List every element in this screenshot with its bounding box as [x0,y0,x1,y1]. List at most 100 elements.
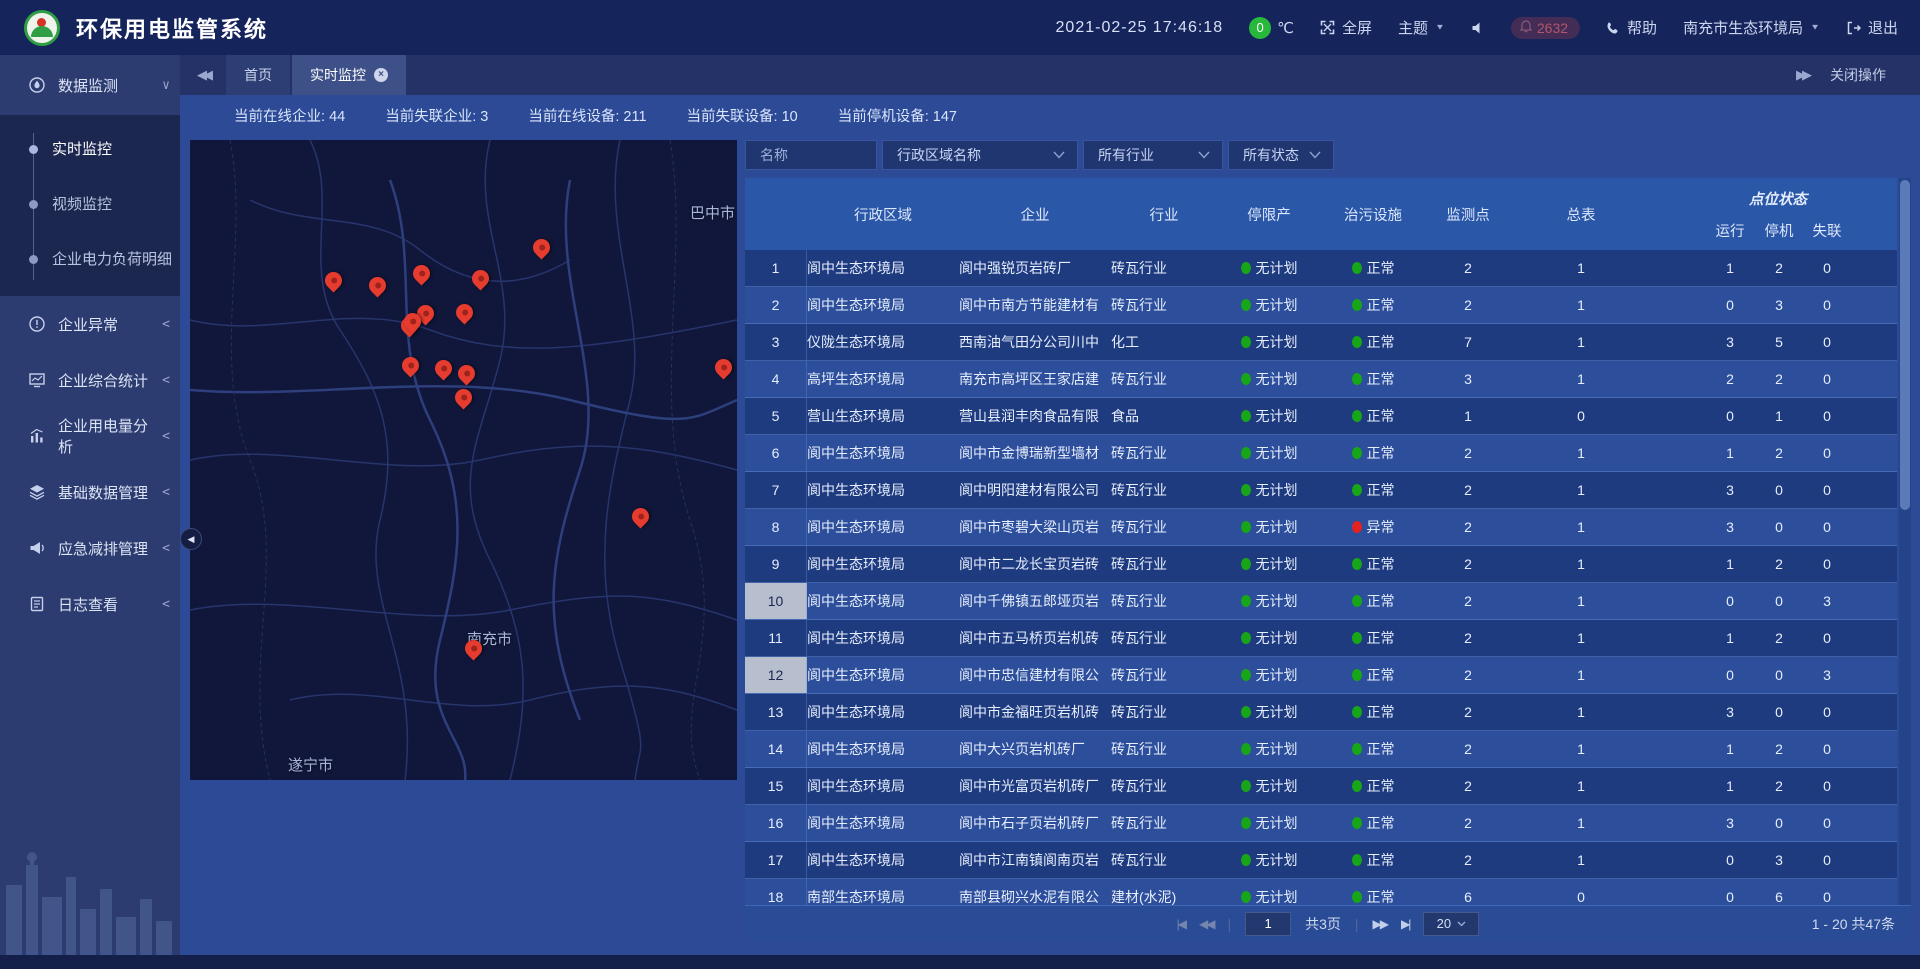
table-row[interactable]: 5营山生态环境局营山县润丰肉食品有限食品无计划正常10010 [745,398,1897,435]
sidebar-item-数据监测[interactable]: 数据监测∨ [0,55,180,115]
chevron-down-icon [1198,151,1210,159]
map-collapse-button[interactable]: ◀ [180,528,202,550]
cell-run: 3 [1705,334,1755,350]
row-index: 11 [745,620,807,656]
status-dot-icon [1241,373,1251,385]
cell-lost: 0 [1803,815,1851,831]
close-operations-button[interactable]: 关闭操作 [1830,65,1886,85]
status-dot-icon [1241,484,1251,496]
cell-lost: 3 [1803,593,1851,609]
industry-select[interactable]: 所有行业 [1083,140,1223,170]
cell-industry: 砖瓦行业 [1111,813,1217,833]
chevron-down-icon [1309,151,1321,159]
cell-company: 营山县润丰肉食品有限 [959,406,1111,426]
cell-meter: 1 [1511,815,1651,831]
limit-text: 无计划 [1256,258,1298,278]
first-page-button[interactable]: |◀ [1177,917,1185,931]
table-row[interactable]: 3仪陇生态环境局西南油气田分公司川中化工无计划正常71350 [745,324,1897,361]
table-row[interactable]: 16阆中生态环境局阆中市石子页岩机砖厂砖瓦行业无计划正常21300 [745,805,1897,842]
gauge-icon [28,76,46,94]
help-button[interactable]: 帮助 [1606,17,1657,38]
table-row[interactable]: 15阆中生态环境局阆中市光富页岩机砖厂砖瓦行业无计划正常21120 [745,768,1897,805]
table-row[interactable]: 7阆中生态环境局阆中明阳建材有限公司砖瓦行业无计划正常21300 [745,472,1897,509]
row-index: 17 [745,842,807,878]
cell-industry: 砖瓦行业 [1111,702,1217,722]
table-row[interactable]: 10阆中生态环境局阆中千佛镇五郎垭页岩砖瓦行业无计划正常21003 [745,583,1897,620]
name-search-input[interactable] [760,147,864,163]
sidebar-item-企业综合统计[interactable]: 企业综合统计< [0,352,180,408]
row-index: 2 [745,287,807,323]
map-panel[interactable]: 巴中市南充市遂宁市 [190,140,737,780]
row-index: 10 [745,583,807,619]
close-tab-icon[interactable]: × [374,68,388,82]
total-pages-label: 共3页 [1305,914,1341,934]
sidebar-item-企业用电量分析[interactable]: 企业用电量分析< [0,408,180,464]
sidebar-item-企业异常[interactable]: 企业异常< [0,296,180,352]
limit-text: 无计划 [1256,665,1298,685]
chevron-down-icon: ▼ [1435,23,1445,32]
facility-text: 正常 [1367,887,1395,907]
last-page-button[interactable]: ▶| [1401,917,1409,931]
table-row[interactable]: 4高坪生态环境局南充市高坪区王家店建砖瓦行业无计划正常31220 [745,361,1897,398]
cell-lost: 0 [1803,889,1851,905]
scrollbar-thumb[interactable] [1900,180,1910,510]
stat-item: 当前失联设备: 10 [687,105,798,126]
stat-label: 当前停机设备: [838,109,933,125]
city-label-巴中市: 巴中市 [690,202,735,223]
tabs-scroll-left-button[interactable]: ◀◀ [180,55,226,95]
table-scrollbar[interactable] [1899,178,1911,941]
table-row[interactable]: 2阆中生态环境局阆中市南方节能建材有砖瓦行业无计划正常21030 [745,287,1897,324]
page-size-select[interactable]: 20 [1423,912,1479,936]
row-index: 13 [745,694,807,730]
cell-points: 2 [1425,630,1511,646]
fullscreen-button[interactable]: 全屏 [1320,17,1372,38]
limit-text: 无计划 [1256,628,1298,648]
sidebar-subitem-视频监控[interactable]: 视频监控 [0,176,180,231]
table-body: 1阆中生态环境局阆中强锐页岩砖厂砖瓦行业无计划正常211202阆中生态环境局阆中… [745,250,1897,916]
cell-industry: 建材(水泥) [1111,887,1217,907]
cell-region: 阆中生态环境局 [807,443,959,463]
cell-company: 南部县砌兴水泥有限公 [959,887,1111,907]
sidebar-subitem-实时监控[interactable]: 实时监控 [0,121,180,176]
page-number-input[interactable] [1245,912,1291,936]
table-row[interactable]: 6阆中生态环境局阆中市金博瑞新型墙材砖瓦行业无计划正常21120 [745,435,1897,472]
status-dot-icon [1352,706,1362,718]
next-page-button[interactable]: ▶▶ [1373,917,1387,931]
tab-实时监控[interactable]: 实时监控× [292,55,406,95]
table-row[interactable]: 1阆中生态环境局阆中强锐页岩砖厂砖瓦行业无计划正常21120 [745,250,1897,287]
facility-text: 正常 [1367,406,1395,426]
sidebar-subitem-企业电力负荷明细[interactable]: 企业电力负荷明细 [0,231,180,286]
table-row[interactable]: 17阆中生态环境局阆中市江南镇阆南页岩砖瓦行业无计划正常21030 [745,842,1897,879]
sidebar-item-日志查看[interactable]: 日志查看< [0,576,180,632]
table-row[interactable]: 13阆中生态环境局阆中市金福旺页岩机砖砖瓦行业无计划正常21300 [745,694,1897,731]
tabs-scroll-right-button[interactable]: ▶▶ [1796,67,1808,83]
table-row[interactable]: 14阆中生态环境局阆中大兴页岩机砖厂砖瓦行业无计划正常21120 [745,731,1897,768]
sidebar-item-基础数据管理[interactable]: 基础数据管理< [0,464,180,520]
region-select[interactable]: 行政区域名称 [882,140,1078,170]
cell-stop: 0 [1755,667,1803,683]
theme-menu[interactable]: 主题 ▼ [1398,17,1445,38]
org-menu[interactable]: 南充市生态环境局 ▼ [1683,17,1820,38]
sidebar-item-应急减排管理[interactable]: 应急减排管理< [0,520,180,576]
limit-text: 无计划 [1256,517,1298,537]
logout-button[interactable]: 退出 [1846,17,1898,38]
table-row[interactable]: 9阆中生态环境局阆中市二龙长宝页岩砖砖瓦行业无计划正常21120 [745,546,1897,583]
table-row[interactable]: 11阆中生态环境局阆中市五马桥页岩机砖砖瓦行业无计划正常21120 [745,620,1897,657]
status-dot-icon [1352,521,1362,533]
logout-icon [1846,21,1861,35]
notification-badge[interactable]: 2632 [1511,17,1580,39]
prev-page-button[interactable]: ◀◀ [1199,917,1213,931]
cell-facility-status: 正常 [1321,406,1425,426]
mute-button[interactable] [1471,21,1485,35]
temperature-badge: 0 [1249,17,1271,39]
chevron-left-icon: < [162,597,170,612]
chevron-left-icon: < [162,373,170,388]
table-row[interactable]: 12阆中生态环境局阆中市忠信建材有限公砖瓦行业无计划正常21003 [745,657,1897,694]
status-select[interactable]: 所有状态 [1228,140,1334,170]
col-limit: 停限产 [1217,204,1321,225]
tab-首页[interactable]: 首页 [226,55,290,95]
cell-lost: 0 [1803,519,1851,535]
cell-meter: 1 [1511,297,1651,313]
name-search-field[interactable] [745,140,877,170]
table-row[interactable]: 8阆中生态环境局阆中市枣碧大梁山页岩砖瓦行业无计划异常21300 [745,509,1897,546]
